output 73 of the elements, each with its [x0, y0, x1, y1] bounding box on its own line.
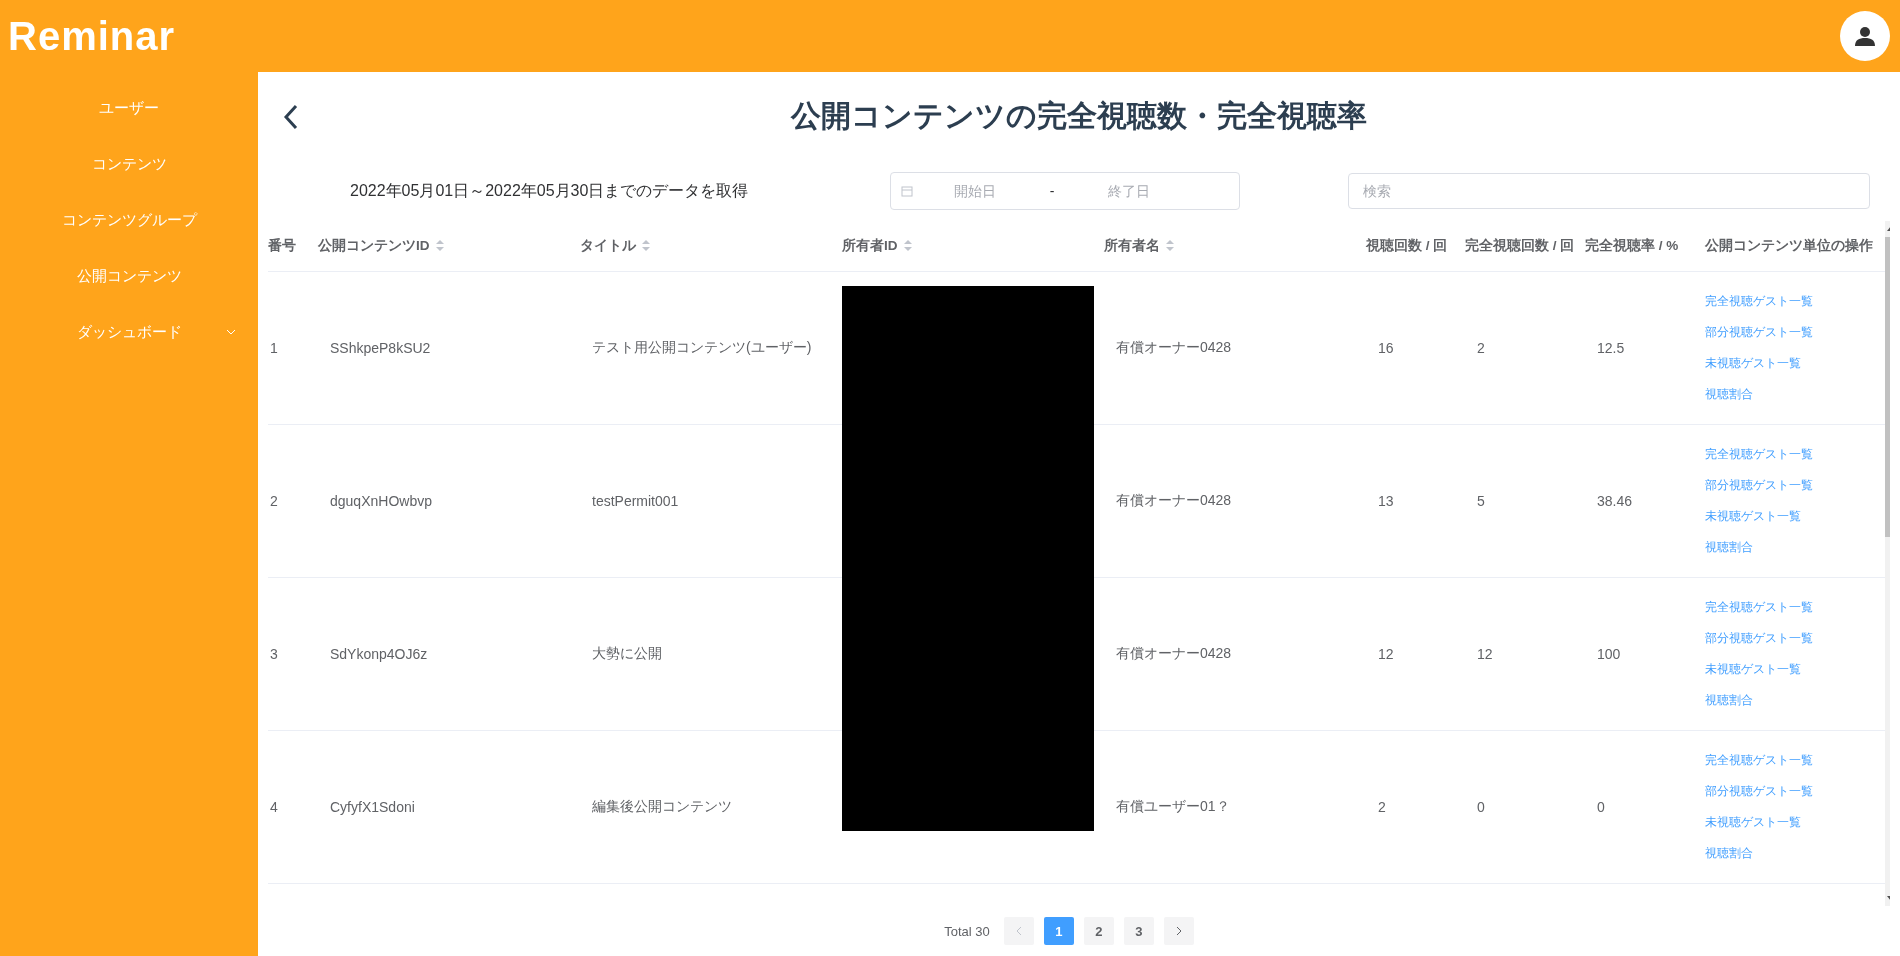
column-header[interactable]: 公開コンテンツID [318, 237, 580, 255]
user-icon [1854, 25, 1876, 47]
search-field[interactable]: 検索 [1348, 173, 1870, 210]
date-range-text: 2022年05月01日～2022年05月30日までのデータを取得 [350, 180, 750, 201]
sidebar-item[interactable]: コンテンツ [0, 136, 258, 192]
table-cell-text: 編集後公開コンテンツ [591, 798, 733, 816]
sidebar-item[interactable]: コンテンツグループ [0, 192, 258, 248]
table-cell-text: 12.5 [1596, 340, 1626, 356]
action-link[interactable]: 視聴割合 [1705, 692, 1885, 709]
action-link[interactable]: 未視聴ゲスト一覧 [1705, 355, 1885, 372]
table-cell-text: 12 [1377, 646, 1395, 662]
range-separator: - [1048, 183, 1056, 200]
table-cell-text: 0 [1476, 799, 1486, 815]
table-cell-text: 3 [269, 646, 279, 662]
table-cell-text: 16 [1377, 340, 1395, 356]
sidebar-item[interactable]: ユーザー [0, 80, 258, 136]
table-cell-text: SdYkonp4OJ6z [329, 646, 429, 662]
table-cell-text: 有償ユーザー01？ [1115, 798, 1231, 816]
column-header: 番号 [268, 237, 297, 255]
page-button[interactable]: 2 [1083, 917, 1114, 946]
table-cell-text: 大勢に公開 [591, 645, 663, 663]
sidebar-item[interactable]: ダッシュボード [0, 304, 258, 360]
table-cell-text: 2 [1377, 799, 1387, 815]
table-cell-text: dguqXnHOwbvp [329, 493, 433, 509]
action-link[interactable]: 視聴割合 [1705, 845, 1885, 862]
table-cell-text: 有償オーナー0428 [1115, 339, 1233, 357]
chevron-right-icon [1175, 926, 1182, 937]
action-link[interactable]: 未視聴ゲスト一覧 [1705, 814, 1885, 831]
calendar-icon [901, 185, 913, 198]
page-title: 公開コンテンツの完全視聴数・完全視聴率 [791, 98, 1367, 135]
table-cell-text: 4 [269, 799, 279, 815]
column-header[interactable]: 所有者名 [1104, 237, 1366, 255]
action-link[interactable]: 部分視聴ゲスト一覧 [1705, 630, 1885, 647]
table-cell-text: 5 [1476, 493, 1486, 509]
column-header: 完全視聴回数 / 回 [1465, 237, 1576, 255]
column-header: 公開コンテンツ単位の操作 [1705, 237, 1874, 255]
table-cell-text: 100 [1596, 646, 1622, 662]
column-header[interactable]: 所有者ID [842, 237, 1104, 255]
table-cell-text: SShkpeP8kSU2 [329, 340, 432, 356]
table-cell-text: CyfyfX1Sdoni [329, 799, 416, 815]
action-link[interactable]: 完全視聴ゲスト一覧 [1705, 446, 1885, 463]
action-link[interactable]: 未視聴ゲスト一覧 [1705, 508, 1885, 525]
table-cell-text: 2 [1476, 340, 1486, 356]
table-cell-text: 有償オーナー0428 [1115, 492, 1233, 510]
user-avatar[interactable] [1840, 11, 1890, 61]
column-header: 完全視聴率 / % [1585, 237, 1680, 255]
page-button[interactable]: 1 [1043, 917, 1074, 946]
action-link[interactable]: 部分視聴ゲスト一覧 [1705, 324, 1885, 341]
page-button[interactable]: 3 [1123, 917, 1154, 946]
logo[interactable]: Reminar [8, 13, 176, 59]
total-count: Total 30 [944, 923, 990, 939]
action-link[interactable]: 完全視聴ゲスト一覧 [1705, 599, 1885, 616]
column-header: 視聴回数 / 回 [1366, 237, 1449, 255]
table-cell-text: 12 [1476, 646, 1494, 662]
table-cell-text: testPermit001 [591, 493, 680, 509]
table-cell-text: 有償オーナー0428 [1115, 645, 1233, 663]
action-link[interactable]: 未視聴ゲスト一覧 [1705, 661, 1885, 678]
table-cell-text: 2 [269, 493, 279, 509]
table-cell-text: 0 [1596, 799, 1606, 815]
action-link[interactable]: 視聴割合 [1705, 539, 1885, 556]
action-link[interactable]: 部分視聴ゲスト一覧 [1705, 783, 1885, 800]
table-cell-text: テスト用公開コンテンツ(ユーザー) [591, 339, 813, 357]
table-cell-text: 38.46 [1596, 493, 1634, 509]
column-header[interactable]: タイトル [580, 237, 842, 255]
table-cell-text: 1 [269, 340, 279, 356]
action-link[interactable]: 視聴割合 [1705, 386, 1885, 403]
action-link[interactable]: 部分視聴ゲスト一覧 [1705, 477, 1885, 494]
date-range-picker[interactable]: 開始日 - 終了日 [890, 172, 1240, 211]
action-link[interactable]: 完全視聴ゲスト一覧 [1705, 293, 1885, 310]
sidebar-item[interactable]: 公開コンテンツ [0, 248, 258, 304]
action-link[interactable]: 完全視聴ゲスト一覧 [1705, 752, 1885, 769]
table-cell-text: 13 [1377, 493, 1395, 509]
chevron-left-icon [1015, 926, 1022, 937]
